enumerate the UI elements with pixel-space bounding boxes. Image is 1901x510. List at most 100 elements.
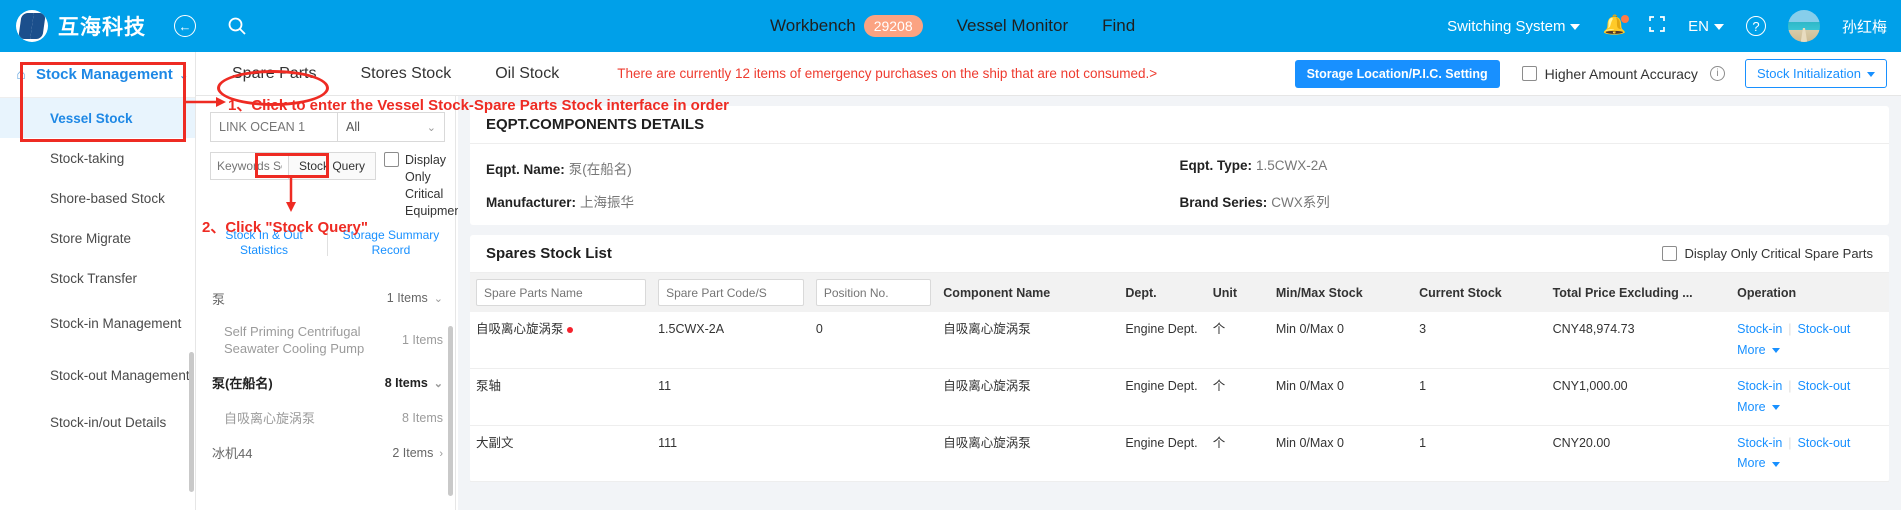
table-row[interactable]: 泵轴 11 自吸离心旋涡泵 Engine Dept. 个 Min 0/Max 0… (470, 368, 1889, 426)
notification-dot (1621, 15, 1630, 23)
nav-item-workbench[interactable]: Workbench 29208 (770, 14, 923, 38)
quick-links-row: Stock In & Out Statistics Storage Summar… (200, 220, 455, 259)
tree-child-row[interactable]: Self Priming Centrifugal Seawater Coolin… (200, 316, 455, 366)
stock-in-out-statistics-link[interactable]: Stock In & Out Statistics (210, 228, 318, 259)
stock-query-button[interactable]: Stock Query (288, 152, 377, 180)
nav-item-vessel-monitor[interactable]: Vessel Monitor (957, 16, 1069, 36)
sidebar-item-stock-transfer[interactable]: Stock Transfer (0, 258, 195, 298)
divider: | (1788, 378, 1792, 393)
avatar[interactable] (1787, 10, 1820, 42)
cell-spare-part-code: 11 (652, 368, 810, 426)
stock-in-link[interactable]: Stock-in (1737, 379, 1782, 393)
sidebar-title[interactable]: Stock Management (36, 66, 173, 83)
stock-initialization-button[interactable]: Stock Initialization (1744, 59, 1887, 88)
critical-dot-icon (566, 326, 573, 333)
info-icon[interactable]: i (1709, 66, 1725, 81)
stock-in-link[interactable]: Stock-in (1737, 436, 1782, 450)
col-min-max-stock[interactable]: Min/Max Stock (1269, 273, 1414, 312)
sidebar-item-stock-taking[interactable]: Stock-taking (0, 138, 195, 178)
sidebar-item-stock-in-management[interactable]: Stock-in Management (0, 298, 195, 350)
tree-group-row[interactable]: 泵(在船名) 8 Items ⌄ (200, 365, 455, 400)
cell-total-price: CNY1,000.00 (1546, 368, 1732, 426)
more-link[interactable]: More (1737, 342, 1780, 359)
tab-stores-stock[interactable]: Stores Stock (338, 65, 473, 83)
company-logo-icon (16, 10, 48, 42)
storage-location-setting-button[interactable]: Storage Location/P.I.C. Setting (1294, 59, 1500, 88)
search-row: Stock Query Display Only Critical Equipm… (200, 142, 465, 220)
help-button[interactable]: ? (1745, 16, 1766, 36)
tree-item-label: 冰机44 (212, 446, 253, 462)
header-right-tools: Switching System 🔔 EN ? 孙红梅 (1447, 0, 1887, 52)
position-no-filter-input[interactable] (815, 279, 932, 306)
tab-oil-stock[interactable]: Oil Stock (473, 65, 581, 83)
cell-spare-part-code: 111 (652, 425, 810, 483)
cell-min-max: Min 0/Max 0 (1269, 312, 1414, 369)
language-selector[interactable]: EN (1688, 18, 1724, 35)
col-operation: Operation (1731, 273, 1889, 312)
stock-out-link[interactable]: Stock-out (1798, 379, 1851, 393)
detail-field-brand-series: Brand Series: CWX系列 (1180, 191, 1874, 211)
search-button[interactable] (224, 13, 250, 39)
col-dept[interactable]: Dept. (1119, 273, 1207, 312)
sidebar-item-store-migrate[interactable]: Store Migrate (0, 218, 195, 258)
cell-min-max: Min 0/Max 0 (1269, 368, 1414, 426)
spare-parts-name-filter-input[interactable] (476, 279, 647, 306)
spare-part-code-filter-input[interactable] (658, 279, 804, 306)
sidebar-item-stock-in-out-details[interactable]: Stock-in/out Details (0, 402, 195, 442)
col-unit[interactable]: Unit (1206, 273, 1270, 312)
checkbox-box[interactable] (384, 152, 400, 167)
detail-value: 1.5CWX-2A (1256, 158, 1328, 173)
fullscreen-button[interactable] (1648, 15, 1666, 38)
emergency-purchase-warning[interactable]: There are currently 12 items of emergenc… (617, 66, 1157, 81)
table-row[interactable]: 大副文 111 自吸离心旋涡泵 Engine Dept. 个 Min 0/Max… (470, 425, 1889, 483)
tree-child-row[interactable]: 自吸离心旋涡泵 8 Items (200, 400, 455, 435)
category-select[interactable]: All ⌄ (338, 112, 445, 142)
stock-out-link[interactable]: Stock-out (1798, 322, 1851, 336)
cell-position-no: 0 (809, 312, 938, 369)
more-link[interactable]: More (1737, 455, 1780, 472)
vessel-input[interactable] (210, 112, 338, 142)
home-icon[interactable]: ⌂ (8, 66, 34, 84)
chevron-down-icon (1771, 348, 1780, 354)
tab-bar: Spare Parts Stores Stock Oil Stock There… (196, 52, 1901, 96)
tree-group-row[interactable]: 冰机44 2 Items › (200, 435, 455, 470)
cell-total-price: CNY48,974.73 (1546, 312, 1732, 369)
language-label: EN (1688, 17, 1709, 35)
col-component-name[interactable]: Component Name (937, 273, 1120, 312)
workbench-badge: 29208 (863, 14, 923, 38)
col-total-price[interactable]: Total Price Excluding ... (1546, 273, 1732, 312)
more-link[interactable]: More (1737, 399, 1780, 416)
tree-group-row[interactable]: 泵 1 Items ⌄ (200, 281, 455, 316)
table-row[interactable]: 自吸离心旋涡泵 1.5CWX-2A 0 自吸离心旋涡泵 Engine Dept.… (470, 312, 1889, 369)
back-button[interactable]: ← (172, 13, 198, 39)
checkbox-box[interactable] (1521, 66, 1537, 81)
sidebar-item-stock-out-management[interactable]: Stock-out Management (0, 350, 195, 402)
checkbox-box[interactable] (1662, 246, 1678, 261)
tab-spare-parts[interactable]: Spare Parts (210, 65, 338, 83)
storage-summary-record-link[interactable]: Storage Summary Record (337, 228, 445, 259)
sidebar-item-label: Vessel Stock (50, 110, 133, 126)
display-only-critical-spare-parts-checkbox[interactable]: Display Only Critical Spare Parts (1662, 246, 1873, 261)
filter-panel-scrollbar[interactable] (448, 326, 453, 496)
sidebar-scrollbar[interactable] (189, 352, 194, 492)
eqpt-details-grid: Eqpt. Name: 泵(在船名) Eqpt. Type: 1.5CWX-2A M… (470, 144, 1889, 225)
keywords-input[interactable] (210, 152, 288, 180)
higher-amount-accuracy-checkbox[interactable]: Higher Amount Accuracy i (1521, 66, 1725, 82)
col-current-stock[interactable]: Current Stock (1413, 273, 1547, 312)
tree-item-label: 泵(在船名) (212, 376, 273, 392)
sidebar-item-shore-based-stock[interactable]: Shore-based Stock (0, 178, 195, 218)
stock-out-link[interactable]: Stock-out (1798, 436, 1851, 450)
cell-spare-parts-name: 大副文 (470, 425, 653, 483)
stock-in-link[interactable]: Stock-in (1737, 322, 1782, 336)
nav-item-find[interactable]: Find (1102, 16, 1135, 36)
sidebar-item-vessel-stock[interactable]: Vessel Stock (0, 98, 195, 138)
notification-button[interactable]: 🔔 (1602, 15, 1630, 36)
top-header: 互海科技 ← Workbench 29208 Vessel Monitor Fi… (0, 0, 1901, 52)
tree-item-count: 8 Items (402, 410, 443, 425)
user-name: 孙红梅 (1841, 18, 1887, 36)
switching-system-button[interactable]: Switching System (1447, 18, 1581, 35)
brand[interactable]: 互海科技 (16, 10, 146, 42)
display-only-critical-equipment-checkbox[interactable]: Display Only Critical Equipment (384, 152, 465, 220)
cell-spare-part-code: 1.5CWX-2A (652, 312, 810, 369)
sidebar-header[interactable]: ⌂ Stock Management ⌄ (0, 52, 195, 98)
